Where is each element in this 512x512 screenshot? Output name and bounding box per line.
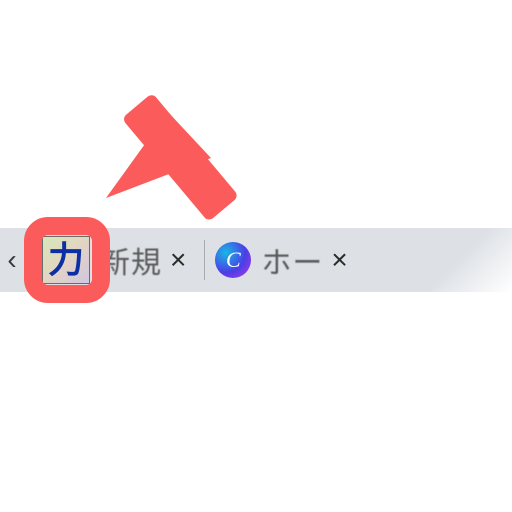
tab-favicon-canva[interactable]: C [215, 242, 251, 278]
annotation-arrow-icon [100, 30, 290, 220]
tab-title[interactable]: ホー [261, 238, 323, 282]
tab-divider [204, 240, 205, 280]
tab-close-button[interactable]: × [331, 244, 347, 276]
scroll-tabs-left-button[interactable]: ‹ [0, 244, 24, 276]
tab-close-button[interactable]: × [170, 244, 186, 276]
annotation-highlight-box [24, 217, 110, 303]
